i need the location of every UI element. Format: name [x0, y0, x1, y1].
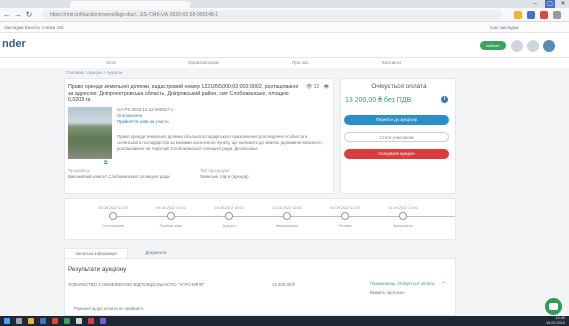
cabinet-button[interactable]: кабінет [480, 41, 506, 50]
fav-count: 12 [313, 84, 320, 90]
timeline-label: Завершено [393, 224, 413, 228]
chevron-up-icon[interactable]: ⌃ [441, 281, 446, 288]
tab-general-info[interactable]: Загальна інформація [64, 248, 128, 258]
organizer-name[interactable]: Виконавчий комітет Слобожанської селищно… [68, 174, 188, 180]
winner-amount: 13 200,00 ₴ [272, 282, 295, 287]
timeline-node [109, 212, 117, 220]
extension-icon[interactable] [540, 11, 548, 19]
procedure-block: Тип процедури Земельні торги (оренда) [200, 168, 320, 180]
become-participant-button[interactable]: Стати учасником [344, 132, 449, 142]
subnav-item[interactable]: Контакти [382, 58, 401, 68]
minimize-icon[interactable]: – [530, 0, 540, 8]
price: 13 200,00 ₴ без ПДВ [345, 97, 412, 104]
folder-icon[interactable] [28, 318, 34, 324]
clock[interactable]: 12:49 16.09.2022 [520, 316, 565, 326]
app-icon[interactable] [64, 318, 70, 324]
app-icon[interactable] [100, 318, 106, 324]
subnav-item[interactable]: Організаторам [188, 58, 219, 68]
favorite-icon[interactable]: 👁 12 [306, 84, 319, 90]
chrome-icon[interactable] [76, 318, 82, 324]
bookmarks-bar: Закладки Внесіть ставки 24k Інші закладк… [0, 22, 569, 33]
go-to-auction-button[interactable]: Перейти до аукціону [344, 115, 449, 125]
results-title: Результати аукціону [68, 266, 127, 273]
lot-id-row: UA-PS-2022-12-22-000017-1 Оголошення При… [117, 107, 327, 125]
lot-title: Право оренди земельної ділянки, кадастро… [68, 84, 299, 104]
site-logo[interactable]: nder [2, 38, 26, 50]
gallery-icon[interactable]: ⧉ [104, 160, 108, 166]
reload-icon[interactable]: ↻ [24, 10, 34, 20]
app-icon[interactable] [52, 318, 58, 324]
winner-status: Переможець. Очікується оплата [370, 281, 435, 286]
lot-status-sub: Прийняття заяв на участь [117, 119, 169, 124]
chat-button[interactable] [545, 298, 562, 315]
lot-description: Право оренди земельної ділянки сільськог… [117, 134, 323, 151]
browser-tab[interactable] [70, 1, 190, 8]
menu-icon[interactable] [553, 11, 561, 19]
timeline-node [167, 212, 175, 220]
cancel-auction-button[interactable]: Скасувати аукціон [344, 149, 449, 159]
close-icon[interactable]: ✕ [558, 0, 568, 8]
timeline-node [283, 212, 291, 220]
procedure-name: Земельні торги (оренда) [200, 174, 249, 179]
app-icon[interactable] [40, 318, 46, 324]
timeline-date: 31.08.2022 10:00 [272, 206, 302, 210]
bookmarks-other[interactable]: Інші закладки [490, 22, 518, 33]
app-icon[interactable] [88, 318, 94, 324]
timeline-date: 31.09.2022 12:00 [388, 206, 418, 210]
organizer-block: Продавець Виконавчий комітет Слобожанськ… [68, 168, 188, 180]
timeline-label: Оголошення [101, 224, 125, 228]
print-icon[interactable]: 🖶 [324, 84, 329, 92]
profile-icon[interactable] [527, 11, 535, 19]
timeline-card [64, 198, 456, 240]
chat-icon [549, 303, 558, 310]
bookmarks-left[interactable]: Закладки Внесіть ставки 24k [4, 22, 64, 33]
timeline-label: Оплата [338, 224, 352, 228]
timeline-date: 05.08.2022 12:00 [98, 206, 128, 210]
url-input[interactable]: https://rmin.inf/auction/rooms/bigs-doc/… [42, 10, 502, 20]
timeline-date: 24.08.2022 18:00 [214, 206, 244, 210]
back-icon[interactable]: ← [2, 10, 12, 20]
taskbar [0, 316, 569, 326]
maximize-icon[interactable]: ▢ [545, 0, 555, 8]
avatar[interactable] [543, 40, 555, 52]
panel-title: Очікується оплата [371, 83, 427, 90]
timeline-label: Кваліфікація [275, 224, 299, 228]
clock-date: 16.09.2022 [545, 321, 565, 325]
winner-status-sub: Вкажіть протокол [370, 290, 405, 295]
results-note: Рішення щодо оплати не прийнято [74, 306, 144, 311]
timeline-node [225, 212, 233, 220]
subnav-item[interactable]: Лоти [106, 58, 116, 68]
tab-documents[interactable]: Документи [132, 248, 180, 258]
lot-photo[interactable] [68, 107, 112, 159]
breadcrumb[interactable]: Головна / Аукціон / Аукціон [66, 70, 122, 75]
search-icon[interactable] [16, 318, 22, 324]
browser-tabstrip [0, 0, 569, 8]
sub-navigation: Лоти Організаторам Про нас Контакти [0, 58, 569, 68]
forward-icon[interactable]: → [13, 10, 23, 20]
winner-name[interactable]: ТОВАРИСТВО З ОБМЕЖЕНОЮ ВІДПОВІДАЛЬНІСТЮ … [68, 282, 243, 288]
timeline-label: Прийом заяв [159, 224, 183, 228]
timeline-label: Аукціон [222, 224, 236, 228]
start-icon[interactable] [4, 318, 10, 324]
subnav-item[interactable]: Про нас [292, 58, 309, 68]
info-icon[interactable]: i [441, 96, 448, 103]
settings-icon[interactable] [527, 40, 539, 52]
timeline-date: 09.08.2022 10:00 [156, 206, 186, 210]
timeline-node [341, 212, 349, 220]
notifications-icon[interactable] [511, 40, 523, 52]
extension-icon[interactable] [514, 11, 522, 19]
timeline-node [399, 212, 407, 220]
timeline-date: 01.09.2022 12:00 [330, 206, 360, 210]
